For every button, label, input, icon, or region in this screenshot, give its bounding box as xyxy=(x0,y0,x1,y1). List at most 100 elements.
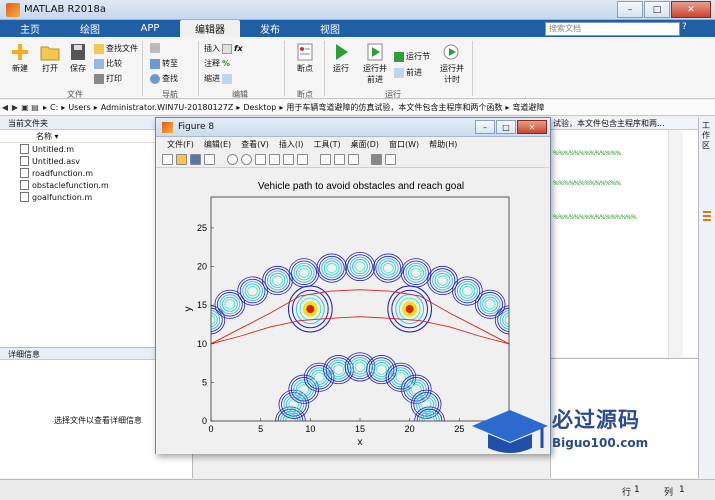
editor-tab[interactable]: 试验，本文件包含主程序和两... xyxy=(551,117,698,130)
back-arrow-icon[interactable]: ◀ xyxy=(0,103,10,112)
legend-icon[interactable] xyxy=(348,153,359,165)
matlab-logo-icon xyxy=(6,2,20,17)
tab-view[interactable]: 视图 xyxy=(300,20,360,37)
menu-view[interactable]: 查看(V) xyxy=(236,139,274,150)
workspace-sidebar[interactable]: 工作区 xyxy=(698,117,715,478)
tab-home[interactable]: 主页 xyxy=(0,20,60,37)
open-icon[interactable] xyxy=(176,153,187,165)
data-cursor-icon[interactable] xyxy=(283,153,294,165)
pan-icon[interactable] xyxy=(255,153,266,165)
folder-up-icon[interactable]: ▣ xyxy=(20,103,30,112)
figure-maximize-button[interactable]: □ xyxy=(496,120,516,134)
y-tick-label: 10 xyxy=(197,339,207,349)
contour-ring xyxy=(497,307,509,332)
contour-ring xyxy=(528,345,550,369)
menu-tools[interactable]: 工具(T) xyxy=(308,139,345,150)
tab-publish[interactable]: 发布 xyxy=(240,20,300,37)
contour-ring xyxy=(410,384,422,395)
breakpoints-button[interactable]: 断点 xyxy=(290,43,320,74)
contour-ring xyxy=(344,352,376,382)
find-files-button[interactable]: 查找文件 xyxy=(94,43,138,54)
browse-folder-icon[interactable]: ▤ xyxy=(30,103,40,112)
address-segment[interactable]: 弯道避障 xyxy=(512,102,544,113)
run-button[interactable]: 运行 xyxy=(328,43,354,74)
insert-button[interactable]: 插入 fx xyxy=(204,43,243,54)
menu-window[interactable]: 窗口(W) xyxy=(384,139,424,150)
contour-ring xyxy=(479,294,501,315)
editor-scrollbar[interactable] xyxy=(668,130,683,357)
address-segment[interactable]: 用于车辆弯道避障的仿真试验，本文件包含主程序和两个函数 xyxy=(286,102,502,113)
contour-ring xyxy=(375,255,402,281)
address-segment[interactable]: Users xyxy=(68,103,90,112)
compare-button[interactable]: 比较 xyxy=(94,58,122,69)
brush-icon[interactable] xyxy=(297,153,308,165)
contour-ring xyxy=(321,258,343,278)
link-icon[interactable] xyxy=(320,153,331,165)
tab-plots[interactable]: 绘图 xyxy=(60,20,120,37)
contour-ring xyxy=(264,268,291,293)
search-icon xyxy=(150,73,160,84)
figure-close-button[interactable]: ✕ xyxy=(517,120,547,134)
contour-ring xyxy=(405,262,427,283)
indent-icon xyxy=(222,73,232,84)
save-button[interactable]: 保存 xyxy=(64,43,92,74)
comment-button[interactable]: 注释% xyxy=(204,58,230,69)
run-time-button[interactable]: 运行并 计时 xyxy=(436,43,468,85)
save-icon[interactable] xyxy=(190,153,201,165)
goto-button[interactable]: 转至 xyxy=(150,58,178,69)
zoom-out-icon[interactable] xyxy=(241,153,252,165)
tab-apps[interactable]: APP xyxy=(120,20,180,37)
address-segment[interactable]: Desktop xyxy=(243,103,276,112)
forward-arrow-icon[interactable]: ▶ xyxy=(10,103,20,112)
open-button[interactable]: 打开 xyxy=(36,43,64,74)
nav-back-button[interactable] xyxy=(150,43,160,53)
menu-edit[interactable]: 编辑(E) xyxy=(199,139,236,150)
new-button[interactable]: 新建 xyxy=(6,43,34,74)
percent-icon[interactable]: % xyxy=(222,59,230,68)
advance-button[interactable]: 前进 xyxy=(394,67,422,78)
contour-ring xyxy=(368,357,395,382)
fx-icon[interactable]: fx xyxy=(234,44,243,53)
contour-ring xyxy=(494,305,509,335)
contour-ring xyxy=(499,310,509,330)
function-file-icon xyxy=(20,168,29,178)
address-segment[interactable]: Administrator.WIN7U-20180127Z xyxy=(101,103,234,112)
colorbar-icon[interactable] xyxy=(334,153,345,165)
menu-desktop[interactable]: 桌面(D) xyxy=(346,139,384,150)
contour-ring xyxy=(267,270,288,291)
rotate-icon[interactable] xyxy=(269,153,280,165)
new-figure-icon[interactable] xyxy=(162,153,173,165)
indent-button[interactable]: 缩进 xyxy=(204,73,232,84)
hide-plot-tools-icon[interactable] xyxy=(371,153,382,165)
menu-insert[interactable]: 插入(I) xyxy=(274,139,309,150)
print-icon[interactable] xyxy=(204,153,215,165)
run-section-button[interactable]: 运行节 xyxy=(394,51,430,62)
contour-ring xyxy=(156,385,178,413)
window-title: MATLAB R2018a xyxy=(24,4,107,15)
contour-ring xyxy=(376,364,387,375)
contour-ring xyxy=(293,262,315,283)
help-icon[interactable]: ? xyxy=(682,22,687,32)
contour-ring xyxy=(526,343,550,371)
menu-file[interactable]: 文件(F) xyxy=(162,139,199,150)
new-file-icon xyxy=(12,44,28,60)
figure-minimize-button[interactable]: – xyxy=(475,120,495,134)
maximize-button[interactable]: □ xyxy=(644,1,670,18)
show-plot-tools-icon[interactable] xyxy=(385,153,396,165)
search-input[interactable]: 搜索文档 xyxy=(545,22,680,36)
zoom-in-icon[interactable] xyxy=(227,153,238,165)
close-button[interactable]: ✕ xyxy=(671,1,711,18)
figure-titlebar[interactable]: Figure 8 – □ ✕ xyxy=(156,118,550,137)
code-comment-line: %%%%%%%%%%%%%%%% xyxy=(553,214,637,221)
menu-help[interactable]: 帮助(H) xyxy=(424,139,462,150)
axis-ticks: 0510152025300510152025 xyxy=(197,223,514,434)
address-bar[interactable]: ◀ ▶ ▣ ▤ ▸ C: ▸ Users ▸ Administrator.WIN… xyxy=(0,100,715,116)
minimize-button[interactable]: – xyxy=(617,1,643,18)
find-button[interactable]: 查找 xyxy=(150,73,178,84)
contour-ring xyxy=(156,407,176,435)
address-segment[interactable]: C: xyxy=(50,103,58,112)
print-button[interactable]: 打印 xyxy=(94,73,122,84)
contour-ring xyxy=(531,347,550,366)
run-advance-button[interactable]: 运行并 前进 xyxy=(360,43,390,85)
tab-editor[interactable]: 编辑器 xyxy=(180,20,240,37)
